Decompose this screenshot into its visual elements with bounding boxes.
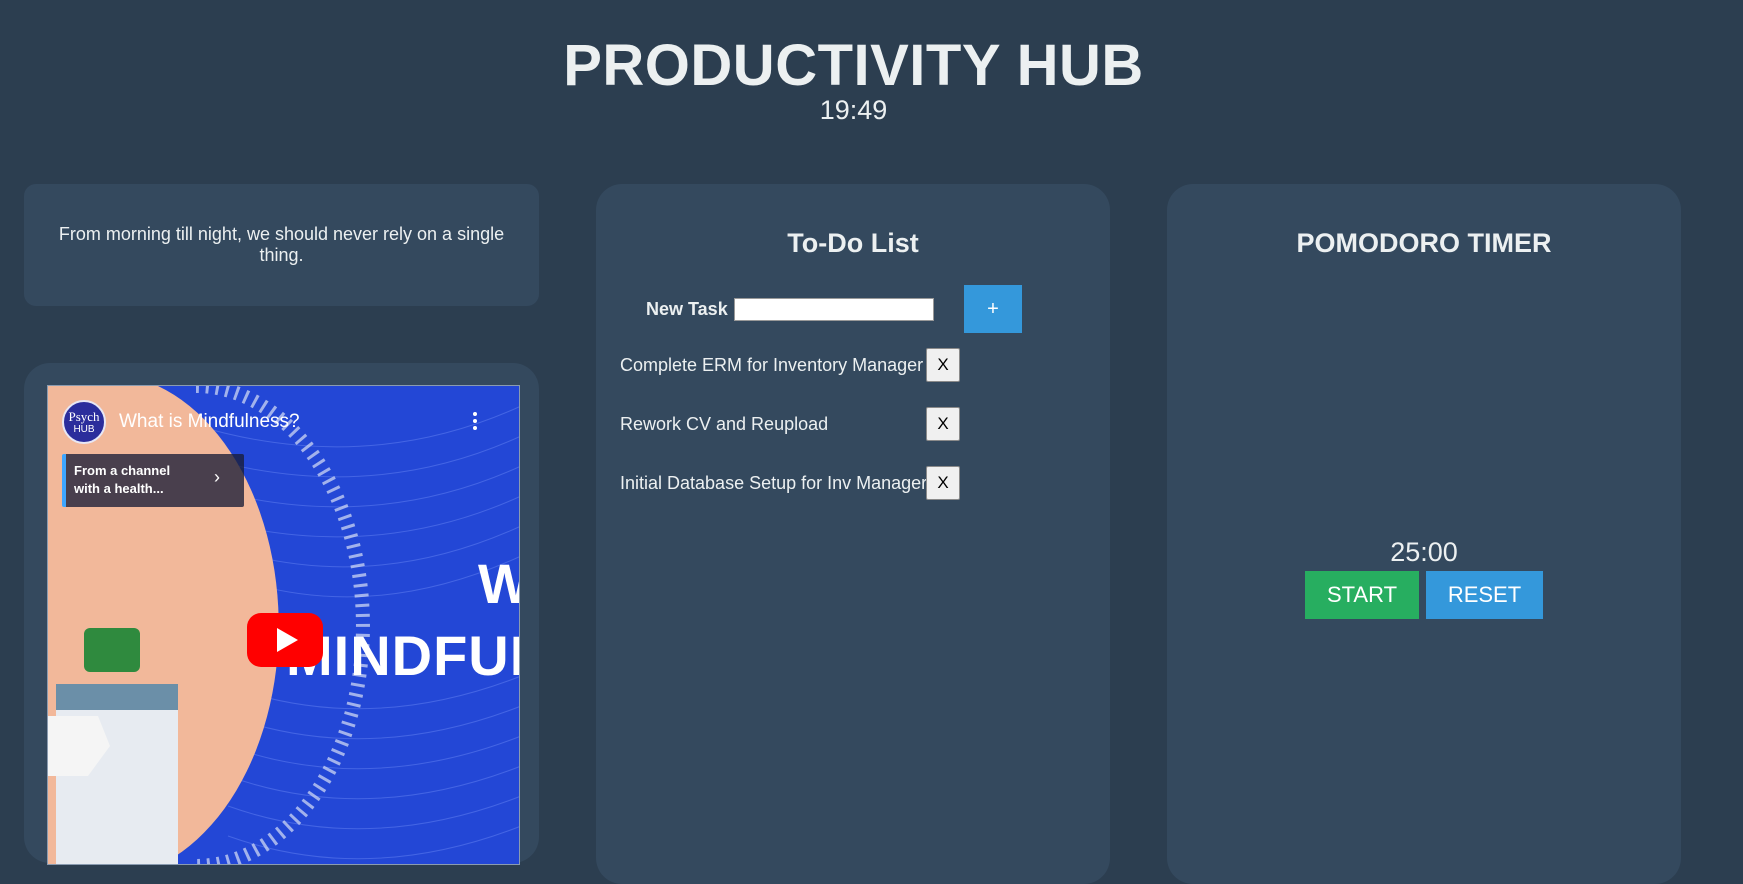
pomodoro-card: POMODORO TIMER 25:00 START RESET bbox=[1167, 184, 1681, 884]
todo-card: To-Do List New Task + Complete ERM for I… bbox=[596, 184, 1110, 884]
pomodoro-title: POMODORO TIMER bbox=[1296, 228, 1552, 258]
delete-task-button[interactable]: X bbox=[926, 407, 960, 441]
channel-info-chip[interactable]: From a channel with a health... › bbox=[62, 454, 244, 507]
task-item: Rework CV and Reupload bbox=[620, 414, 829, 434]
task-item: Initial Database Setup for Inv Manager bbox=[620, 473, 928, 493]
start-button[interactable]: START bbox=[1305, 571, 1419, 619]
new-task-input[interactable] bbox=[734, 298, 934, 321]
page-title: PRODUCTIVITY HUB bbox=[563, 33, 1144, 98]
video-card: Psych HUB What is Mindfulness? From a ch… bbox=[24, 363, 539, 865]
task-item: Complete ERM for Inventory Manager bbox=[620, 355, 924, 375]
more-options-icon[interactable] bbox=[472, 412, 478, 432]
quote-text: From morning till night, we should never… bbox=[58, 224, 505, 265]
thumbnail-text-w: W bbox=[478, 551, 519, 616]
current-time: 19:49 bbox=[819, 95, 888, 125]
new-task-label: New Task bbox=[646, 299, 728, 319]
youtube-embed[interactable]: Psych HUB What is Mindfulness? From a ch… bbox=[47, 385, 520, 865]
play-icon[interactable] bbox=[247, 613, 323, 667]
quote-card: From morning till night, we should never… bbox=[24, 184, 539, 306]
delete-task-button[interactable]: X bbox=[926, 466, 960, 500]
channel-logo-text: Psych bbox=[68, 409, 100, 424]
todo-title: To-Do List bbox=[787, 228, 919, 258]
reset-button[interactable]: RESET bbox=[1426, 571, 1543, 619]
channel-logo-sub: HUB bbox=[73, 424, 95, 435]
timer-display: 25:00 bbox=[1390, 537, 1458, 567]
video-title[interactable]: What is Mindfulness? bbox=[119, 411, 300, 433]
chevron-right-icon: › bbox=[214, 467, 220, 487]
channel-avatar[interactable]: Psych HUB bbox=[62, 400, 106, 444]
delete-task-button[interactable]: X bbox=[926, 348, 960, 382]
add-task-button[interactable]: + bbox=[964, 285, 1022, 333]
